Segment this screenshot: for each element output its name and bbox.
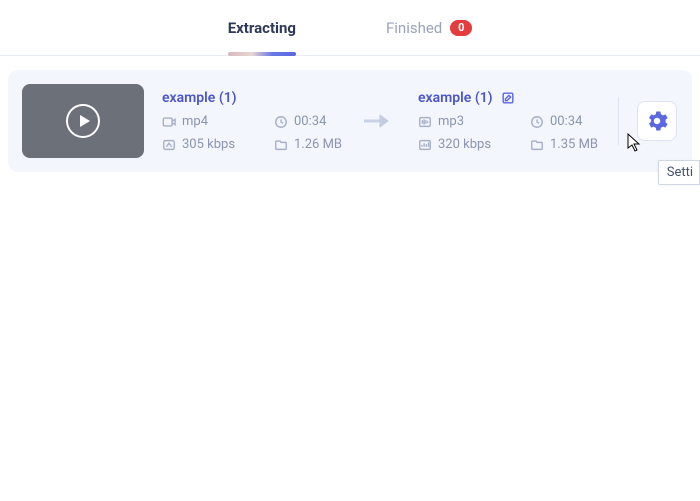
source-filename: example (1) [162, 90, 237, 106]
source-duration: 00:34 [274, 114, 354, 129]
source-info: example (1) mp4 00:34 305 kbps 1.26 MB [162, 90, 352, 152]
target-format: mp3 [418, 114, 498, 129]
tab-bar: Extracting Finished 0 [0, 0, 700, 56]
target-duration-value: 00:34 [550, 114, 582, 129]
play-icon [66, 104, 100, 138]
arrow-icon [362, 112, 390, 130]
source-size: 1.26 MB [274, 137, 354, 152]
edit-icon[interactable] [501, 91, 515, 105]
tab-finished-label: Finished [386, 19, 442, 37]
video-icon [162, 115, 176, 129]
folder-icon [274, 138, 288, 152]
target-duration: 00:34 [530, 114, 610, 129]
clock-icon [274, 115, 288, 129]
settings-button[interactable] [637, 101, 677, 141]
source-duration-value: 00:34 [294, 114, 326, 129]
source-format-value: mp4 [182, 114, 208, 129]
tab-extracting[interactable]: Extracting [228, 0, 296, 55]
source-format: mp4 [162, 114, 242, 129]
target-format-value: mp3 [438, 114, 464, 129]
bitrate-icon [418, 138, 432, 152]
tab-underline [228, 52, 296, 56]
conversion-item: example (1) mp4 00:34 305 kbps 1.26 MB [8, 70, 692, 172]
video-thumbnail[interactable] [22, 84, 144, 158]
settings-tooltip: Setti [658, 160, 700, 185]
tab-extracting-label: Extracting [228, 19, 296, 37]
source-size-value: 1.26 MB [294, 137, 342, 152]
tab-finished[interactable]: Finished 0 [386, 0, 472, 55]
target-info: example (1) mp3 00:34 320 kbps 1.35 MB [418, 90, 608, 152]
target-size: 1.35 MB [530, 137, 610, 152]
clock-icon [530, 115, 544, 129]
audio-icon [418, 115, 432, 129]
gauge-icon [162, 138, 176, 152]
target-filename: example (1) [418, 90, 493, 106]
divider [618, 97, 619, 145]
source-bitrate: 305 kbps [162, 137, 242, 152]
finished-count-badge: 0 [450, 20, 472, 36]
target-size-value: 1.35 MB [550, 137, 598, 152]
folder-icon [530, 138, 544, 152]
source-bitrate-value: 305 kbps [182, 137, 235, 152]
target-bitrate: 320 kbps [418, 137, 498, 152]
target-bitrate-value: 320 kbps [438, 137, 491, 152]
gear-icon [646, 110, 668, 132]
